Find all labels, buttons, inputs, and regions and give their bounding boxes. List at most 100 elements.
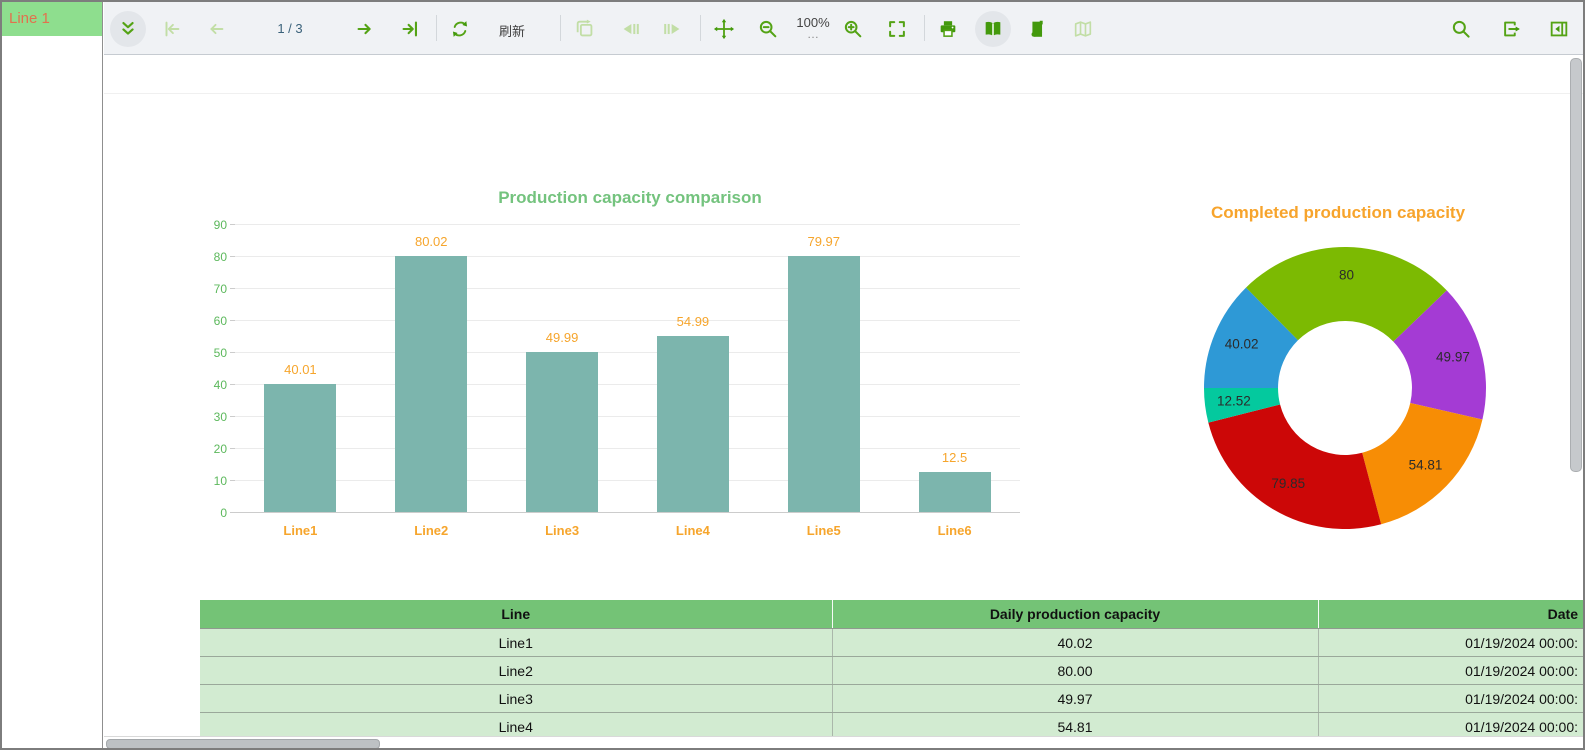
y-axis-label: 20 xyxy=(187,442,227,456)
sheet-tab-line1[interactable]: Line 1 xyxy=(2,2,102,36)
pie-slice[interactable] xyxy=(1208,404,1381,529)
gridline xyxy=(235,480,1020,481)
table-header-cell: Daily production capacity xyxy=(832,600,1318,629)
zoom-menu-dots: … xyxy=(791,30,835,38)
x-axis-category-label: Line2 xyxy=(366,523,496,538)
x-axis-category-label: Line4 xyxy=(628,523,758,538)
prev-page-button[interactable] xyxy=(198,11,234,47)
x-axis-category-label: Line6 xyxy=(890,523,1020,538)
toolbar-separator xyxy=(560,15,561,41)
arrow-left-icon xyxy=(205,18,227,40)
last-page-button[interactable] xyxy=(392,11,428,47)
bar[interactable] xyxy=(657,336,729,512)
duplicate-page-button[interactable] xyxy=(567,11,603,47)
vertical-scrollbar-thumb[interactable] xyxy=(1570,58,1582,472)
gridline xyxy=(235,224,1020,225)
horizontal-scrollbar[interactable] xyxy=(104,736,1583,748)
double-chevron-down-icon xyxy=(117,18,139,40)
search-button[interactable] xyxy=(1443,11,1479,47)
y-axis-label: 50 xyxy=(187,346,227,360)
y-axis-tick xyxy=(230,224,235,225)
pie-slice-label: 79.85 xyxy=(1271,476,1305,491)
x-axis-category-label: Line5 xyxy=(759,523,889,538)
y-axis-tick xyxy=(230,416,235,417)
first-page-button[interactable] xyxy=(154,11,190,47)
book-view-button[interactable] xyxy=(975,11,1011,47)
page-edge-line xyxy=(104,93,1583,94)
multi-page-view-button[interactable] xyxy=(1065,11,1101,47)
y-axis-label: 0 xyxy=(187,506,227,520)
table-cell: 01/19/2024 00:00: xyxy=(1318,629,1583,657)
y-axis-label: 60 xyxy=(187,314,227,328)
table-cell: 01/19/2024 00:00: xyxy=(1318,685,1583,713)
y-axis-label: 70 xyxy=(187,282,227,296)
bar-value-label: 54.99 xyxy=(628,314,758,329)
table-cell: 49.97 xyxy=(832,685,1318,713)
table-row: Line454.8101/19/2024 00:00: xyxy=(200,713,1583,737)
table-row: Line280.0001/19/2024 00:00: xyxy=(200,657,1583,685)
step-forward-icon xyxy=(662,18,684,40)
report-page: Production capacity comparison 0 10 20 30 40… xyxy=(104,55,1583,748)
table-row: Line140.0201/19/2024 00:00: xyxy=(200,629,1583,657)
search-icon xyxy=(1450,18,1472,40)
y-axis-tick xyxy=(230,352,235,353)
gridline xyxy=(235,288,1020,289)
bar[interactable] xyxy=(264,384,336,512)
report-table-wrapper: LineDaily production capacityDateLine140… xyxy=(200,600,1583,736)
bar[interactable] xyxy=(526,352,598,512)
x-axis-line xyxy=(235,512,1020,513)
next-page-button[interactable] xyxy=(347,11,383,47)
pie-slice-label: 80 xyxy=(1339,268,1354,283)
bar-value-label: 49.99 xyxy=(497,330,627,345)
zoom-in-button[interactable] xyxy=(835,11,871,47)
bar[interactable] xyxy=(788,256,860,512)
zoom-level-dropdown[interactable]: 100% … xyxy=(791,15,835,38)
horizontal-scrollbar-thumb[interactable] xyxy=(106,739,380,748)
zoom-out-button[interactable] xyxy=(750,11,786,47)
toolbar-separator xyxy=(436,15,437,41)
y-axis-label: 40 xyxy=(187,378,227,392)
scroll-view-button[interactable] xyxy=(1019,11,1055,47)
collapse-pane-button[interactable] xyxy=(1541,11,1577,47)
gridline xyxy=(235,448,1020,449)
export-button[interactable] xyxy=(1494,11,1530,47)
bar-value-label: 79.97 xyxy=(759,234,889,249)
fullscreen-button[interactable] xyxy=(879,11,915,47)
sheet-sidebar: Line 1 xyxy=(2,2,103,748)
y-axis-label: 90 xyxy=(187,218,227,232)
pan-tool-button[interactable] xyxy=(706,11,742,47)
table-cell: 01/19/2024 00:00: xyxy=(1318,713,1583,737)
table-cell: 80.00 xyxy=(832,657,1318,685)
gridline xyxy=(235,384,1020,385)
prev-frame-button[interactable] xyxy=(612,11,648,47)
refresh-label[interactable]: 刷新 xyxy=(490,21,534,40)
open-book-icon xyxy=(982,18,1004,40)
refresh-button[interactable] xyxy=(442,11,478,47)
bar[interactable] xyxy=(395,256,467,512)
y-axis-label: 80 xyxy=(187,250,227,264)
table-header-cell: Date xyxy=(1318,600,1583,629)
donut-chart-title: Completed production capacity xyxy=(1138,203,1538,223)
y-axis-label: 10 xyxy=(187,474,227,488)
table-cell: 40.02 xyxy=(832,629,1318,657)
gridline xyxy=(235,256,1020,257)
toolbar-separator xyxy=(700,15,701,41)
page-indicator[interactable]: 1 / 3 xyxy=(254,21,326,36)
bar-chart-title: Production capacity comparison xyxy=(230,188,1030,208)
fullscreen-icon xyxy=(886,18,908,40)
next-frame-button[interactable] xyxy=(655,11,691,47)
y-axis-label: 30 xyxy=(187,410,227,424)
donut-chart: 8049.9754.8179.8512.5240.02 xyxy=(1200,243,1490,533)
collapse-toolbar-button[interactable] xyxy=(110,11,146,47)
table-header-row: LineDaily production capacityDate xyxy=(200,600,1583,629)
x-axis-category-label: Line3 xyxy=(497,523,627,538)
table-cell: Line4 xyxy=(200,713,832,737)
pie-slice-label: 12.52 xyxy=(1217,393,1251,408)
step-backward-icon xyxy=(619,18,641,40)
export-icon xyxy=(1501,18,1523,40)
first-page-icon xyxy=(161,18,183,40)
bar[interactable] xyxy=(919,472,991,512)
y-axis-tick xyxy=(230,384,235,385)
report-table: LineDaily production capacityDateLine140… xyxy=(200,600,1583,736)
print-button[interactable] xyxy=(930,11,966,47)
